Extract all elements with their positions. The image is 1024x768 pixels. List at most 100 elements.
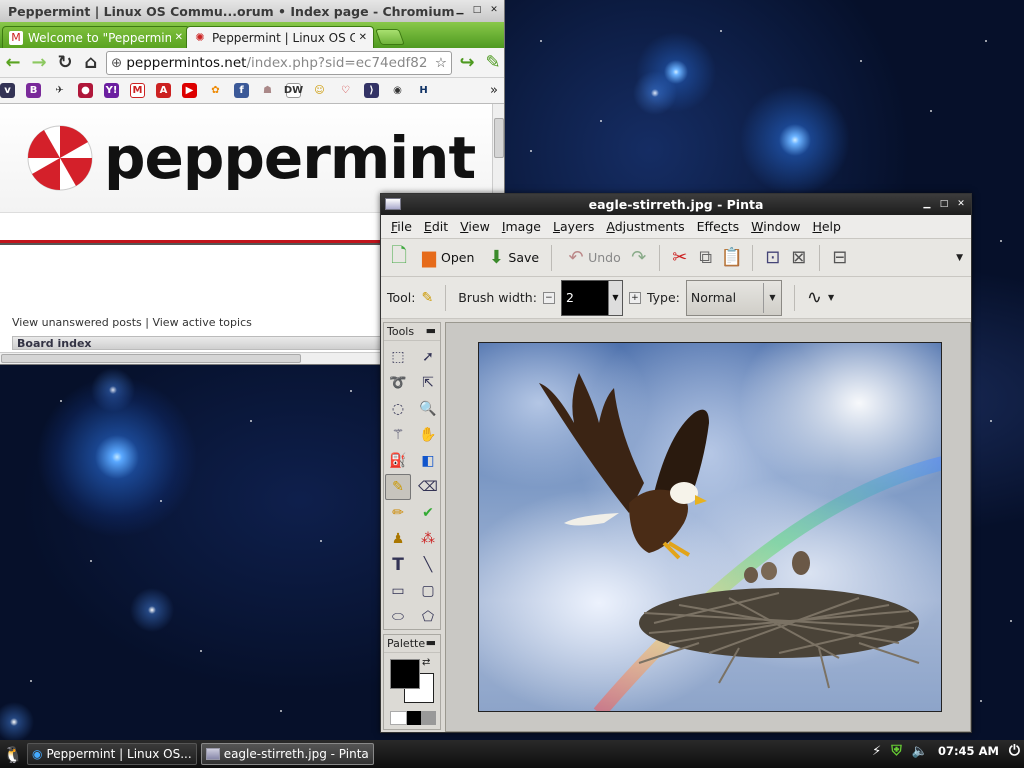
image-tabs-icon[interactable]: ⊟ xyxy=(828,246,852,270)
rectangle-icon[interactable]: ▭ xyxy=(385,578,411,604)
bookmark-icon[interactable]: A xyxy=(156,83,171,98)
heart-icon[interactable]: ♡ xyxy=(338,83,353,98)
collapse-icon[interactable]: ▬ xyxy=(426,634,436,652)
pinta-window[interactable]: eagle-stirreth.jpg - Pinta ▁ □ ✕ File Edi… xyxy=(380,193,972,733)
shield-icon[interactable]: ⛨ xyxy=(891,743,902,759)
brush-type-combo[interactable]: Normal ▼ xyxy=(685,279,782,316)
copy-icon[interactable]: ⧉ xyxy=(694,246,718,270)
redo-icon[interactable]: ↷ xyxy=(627,246,651,270)
bookmark-icon[interactable]: ● xyxy=(78,83,93,98)
paste-icon[interactable]: 📋 xyxy=(720,246,744,270)
extension-icon[interactable]: ↪ xyxy=(456,52,478,74)
menu-layers[interactable]: Layers xyxy=(547,219,600,234)
text-icon[interactable]: T xyxy=(385,552,411,578)
power-icon[interactable]: ⏻ xyxy=(1009,743,1020,759)
minimize-button[interactable]: ▁ xyxy=(921,198,933,210)
menu-effects[interactable]: Effects xyxy=(691,219,746,234)
new-file-icon[interactable]: 🗋 xyxy=(387,243,411,270)
gmail-icon[interactable]: M xyxy=(130,83,145,98)
paint-bucket-icon[interactable]: ⛽ xyxy=(385,448,411,474)
rounded-rectangle-icon[interactable]: ▢ xyxy=(415,578,441,604)
volume-icon[interactable]: 🔈 xyxy=(912,744,928,759)
move-selection-icon[interactable]: ⇱ xyxy=(415,370,441,396)
close-button[interactable]: ✕ xyxy=(488,4,500,16)
bookmark-icon[interactable]: ⟩ xyxy=(364,83,379,98)
color-picker-icon[interactable]: ✔ xyxy=(415,500,441,526)
increase-width-button[interactable]: + xyxy=(628,291,641,304)
pencil-icon[interactable]: ✏ xyxy=(385,500,411,526)
bookmark-icon[interactable]: v xyxy=(0,83,15,98)
menu-view[interactable]: View xyxy=(454,219,496,234)
eraser-icon[interactable]: ⌫ xyxy=(415,474,441,500)
network-icon[interactable]: ⚡ xyxy=(872,744,881,759)
tab-gmail-welcome[interactable]: M Welcome to "Peppermint ✕ xyxy=(2,26,190,48)
menu-image[interactable]: Image xyxy=(496,219,547,234)
swap-colors-icon[interactable]: ⇄ xyxy=(422,657,430,668)
menu-adjustments[interactable]: Adjustments xyxy=(600,219,690,234)
pan-icon[interactable]: ✋ xyxy=(415,422,441,448)
close-button[interactable]: ✕ xyxy=(955,198,967,210)
primary-color-swatch[interactable] xyxy=(390,659,420,689)
bookmark-icon[interactable]: DW xyxy=(284,83,303,98)
line-curve-icon[interactable]: ╲ xyxy=(415,552,441,578)
zoom-icon[interactable]: 🔍 xyxy=(415,396,441,422)
youtube-icon[interactable]: ▶ xyxy=(182,83,197,98)
bookmark-icon[interactable]: ☺ xyxy=(312,83,327,98)
close-tab-icon[interactable]: ✕ xyxy=(359,32,367,43)
pinta-titlebar[interactable]: eagle-stirreth.jpg - Pinta ▁ □ ✕ xyxy=(381,194,971,215)
maximize-button[interactable]: □ xyxy=(938,198,950,210)
bookmark-icon[interactable]: ☗ xyxy=(260,83,275,98)
deselect-icon[interactable]: ⊠ xyxy=(787,246,811,270)
bookmark-star-icon[interactable]: ☆ xyxy=(435,55,447,71)
image-canvas[interactable] xyxy=(478,342,942,712)
gradient-icon[interactable]: ◧ xyxy=(415,448,441,474)
maximize-button[interactable]: □ xyxy=(471,4,483,16)
freeform-shape-icon[interactable]: ⬠ xyxy=(415,604,441,630)
move-selected-icon[interactable]: ➚ xyxy=(415,344,441,370)
menu-edit[interactable]: Edit xyxy=(418,219,454,234)
clone-stamp-icon[interactable]: ♟ xyxy=(385,526,411,552)
forward-icon[interactable]: → xyxy=(28,52,50,74)
save-button[interactable]: ⬇ Save xyxy=(480,243,543,273)
bookmark-icon[interactable]: ◉ xyxy=(390,83,405,98)
dropdown-arrow-icon[interactable]: ▼ xyxy=(828,293,834,302)
bookmark-icon[interactable]: ✈ xyxy=(52,83,67,98)
bookmark-icon[interactable]: B xyxy=(26,83,41,98)
open-button[interactable]: ▆ Open xyxy=(413,243,478,273)
task-pinta[interactable]: eagle-stirreth.jpg - Pinta xyxy=(200,743,374,765)
decrease-width-button[interactable]: − xyxy=(542,291,555,304)
minimize-button[interactable]: ▁ xyxy=(454,4,466,16)
reload-icon[interactable]: ↻ xyxy=(54,52,76,74)
recolor-icon[interactable]: ⁂ xyxy=(415,526,441,552)
collapse-icon[interactable]: ▬ xyxy=(426,322,436,340)
bookmark-icon[interactable]: Y! xyxy=(104,83,119,98)
brush-width-combo[interactable]: 2 ▼ xyxy=(560,279,623,316)
topic-links[interactable]: View unanswered posts | View active topi… xyxy=(12,316,252,329)
tab-peppermint-forum[interactable]: ✺ Peppermint | Linux OS Cor ✕ xyxy=(186,26,374,48)
clock[interactable]: 07:45 AM xyxy=(938,744,999,758)
lasso-select-icon[interactable]: ➰ xyxy=(385,370,411,396)
wrench-icon[interactable]: ✎ xyxy=(482,52,504,74)
menu-window[interactable]: Window xyxy=(745,219,806,234)
back-icon[interactable]: ← xyxy=(2,52,24,74)
toolbar-overflow-icon[interactable]: ▼ xyxy=(956,253,963,263)
antialiasing-icon[interactable]: ∿ xyxy=(807,287,822,308)
task-chromium[interactable]: ◉ Peppermint | Linux OS... xyxy=(27,743,197,765)
bookmarks-overflow-icon[interactable]: » xyxy=(490,83,498,98)
menu-file[interactable]: File xyxy=(385,219,418,234)
close-tab-icon[interactable]: ✕ xyxy=(175,32,183,43)
ellipse-icon[interactable]: ⬭ xyxy=(385,604,411,630)
bookmark-icon[interactable]: H xyxy=(416,83,431,98)
cut-icon[interactable]: ✂ xyxy=(668,246,692,270)
crop-to-selection-icon[interactable]: ⊡ xyxy=(761,246,785,270)
board-index-header[interactable]: Board index xyxy=(12,336,392,350)
address-bar[interactable]: ⊕ peppermintos.net/index.php?sid=ec74edf… xyxy=(106,50,452,75)
dropdown-arrow-icon[interactable]: ▼ xyxy=(762,282,781,313)
tux-menu-icon[interactable]: 🐧 xyxy=(3,745,23,764)
bookmark-icon[interactable]: ✿ xyxy=(208,83,223,98)
undo-button[interactable]: ↶ Undo xyxy=(560,243,625,273)
menu-help[interactable]: Help xyxy=(806,219,847,234)
chromium-titlebar[interactable]: Peppermint | Linux OS Commu...orum • Ind… xyxy=(0,0,504,22)
ellipse-select-icon[interactable]: ◌ xyxy=(385,396,411,422)
canvas-area[interactable] xyxy=(445,322,971,732)
